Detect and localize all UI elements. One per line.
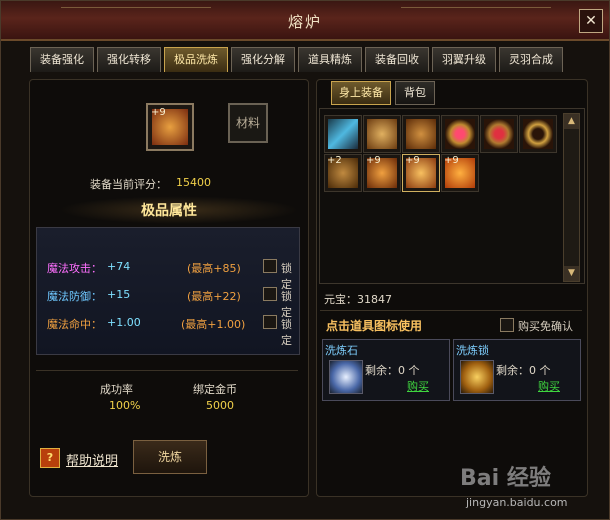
close-button[interactable]: ✕ xyxy=(579,9,603,33)
buy-stone-link[interactable]: 购买 xyxy=(407,378,429,394)
refine-lock-icon[interactable] xyxy=(460,360,494,394)
stone-name: 洗炼石 xyxy=(325,344,358,357)
title-ornament-right xyxy=(401,7,551,8)
attribute-name: 魔法命中： xyxy=(47,318,102,331)
item-badge: +9 xyxy=(444,155,459,166)
buy-lock-link[interactable]: 购买 xyxy=(538,378,560,394)
attribute-max: (最高+1.00) xyxy=(181,318,246,331)
item-badge: +9 xyxy=(405,155,420,166)
equipment-slot[interactable]: +9 xyxy=(146,103,194,151)
item-slot[interactable]: +2 xyxy=(324,154,362,192)
lock-checkbox[interactable] xyxy=(263,287,277,301)
item-slot[interactable]: +9 xyxy=(441,154,479,192)
attribute-max: (最高+85) xyxy=(187,262,241,275)
tab-0[interactable]: 装备强化 xyxy=(30,47,94,72)
item-slot[interactable]: +9 xyxy=(363,154,401,192)
attribute-row: 魔法防御： +15 (最高+22) 锁定 xyxy=(47,287,297,319)
watermark-url: jingyan.baidu.com xyxy=(466,496,568,509)
bound-gold-label: 绑定金币 xyxy=(193,383,237,396)
attribute-value: +1.00 xyxy=(107,316,141,329)
item-slot[interactable] xyxy=(441,115,479,153)
material-slot[interactable]: 材料 xyxy=(228,103,268,143)
success-rate-value: 100% xyxy=(109,399,141,412)
scroll-down-icon[interactable]: ▼ xyxy=(564,266,579,281)
attribute-box: 魔法攻击： +74 (最高+85) 锁定 魔法防御： +15 (最高+22) 锁… xyxy=(36,227,300,355)
divider xyxy=(320,310,582,311)
item-slot[interactable] xyxy=(324,115,362,153)
subtab-bag[interactable]: 背包 xyxy=(395,81,435,105)
no-confirm-checkbox[interactable] xyxy=(500,318,514,332)
attribute-name: 魔法防御： xyxy=(47,290,102,303)
tab-6[interactable]: 羽翼升级 xyxy=(432,47,496,72)
item-slot[interactable] xyxy=(519,115,557,153)
item-grid: +2 +9 +9 +9 xyxy=(319,108,585,284)
item-badge: +9 xyxy=(366,155,381,166)
attribute-value: +15 xyxy=(107,288,131,301)
stone-remaining: 剩余：0 个 xyxy=(496,364,551,377)
attribute-row: 魔法攻击： +74 (最高+85) 锁定 xyxy=(47,259,297,291)
title-bar: 熔炉 ✕ xyxy=(1,1,609,41)
item-slot[interactable] xyxy=(480,115,518,153)
gold-gauntlet-icon xyxy=(367,119,397,149)
refine-button[interactable]: 洗炼 xyxy=(133,440,207,474)
gold-armor-icon xyxy=(406,119,436,149)
title-ornament-left xyxy=(61,7,211,8)
lock-checkbox[interactable] xyxy=(263,259,277,273)
section-title: 极品属性 xyxy=(141,203,197,219)
score-label: 装备当前评分： xyxy=(90,178,167,191)
ice-sword-icon xyxy=(328,119,358,149)
tab-3[interactable]: 强化分解 xyxy=(231,47,295,72)
window-title: 熔炉 xyxy=(287,13,322,31)
success-rate-label: 成功率 xyxy=(100,383,133,396)
attribute-max: (最高+22) xyxy=(187,290,241,303)
refine-stone-icon[interactable] xyxy=(329,360,363,394)
attribute-name: 魔法攻击： xyxy=(47,262,102,275)
help-link[interactable]: 帮助说明 xyxy=(66,450,118,469)
bound-gold-value: 5000 xyxy=(206,399,234,412)
attribute-value: +74 xyxy=(107,260,131,273)
no-confirm-label: 购买免确认 xyxy=(518,320,573,333)
tab-5[interactable]: 装备回收 xyxy=(365,47,429,72)
item-slot[interactable] xyxy=(363,115,401,153)
yuanbao-display: 元宝：31847 xyxy=(324,291,392,307)
lock-label: 锁定 xyxy=(281,318,292,347)
item-badge: +2 xyxy=(327,155,342,166)
item-scrollbar[interactable]: ▲ ▼ xyxy=(563,113,580,282)
equip-slot-badge: +9 xyxy=(151,107,166,118)
divider xyxy=(36,370,298,371)
yuanbao-label: 元宝： xyxy=(324,293,357,306)
item-slot[interactable] xyxy=(402,115,440,153)
help-icon[interactable]: ? xyxy=(40,448,60,468)
yuanbao-value: 31847 xyxy=(357,293,392,306)
tab-7[interactable]: 灵羽合成 xyxy=(499,47,563,72)
lock-checkbox[interactable] xyxy=(263,315,277,329)
ruby-ring-icon xyxy=(484,119,514,149)
ruby-ring-icon xyxy=(445,119,475,149)
watermark-logo: Bai 经验 xyxy=(460,466,551,491)
stone-name: 洗炼锁 xyxy=(456,344,489,357)
subtab-equipped[interactable]: 身上装备 xyxy=(331,81,391,105)
item-slot[interactable]: +9 xyxy=(402,154,440,192)
refine-stone-card: 洗炼石 剩余：0 个 购买 xyxy=(322,339,450,401)
score-value: 15400 xyxy=(176,176,211,189)
usage-tip: 点击道具图标使用 xyxy=(326,319,423,333)
tab-4[interactable]: 道具精炼 xyxy=(298,47,362,72)
scroll-up-icon[interactable]: ▲ xyxy=(564,114,579,129)
tab-1[interactable]: 强化转移 xyxy=(97,47,161,72)
refine-lock-card: 洗炼锁 剩余：0 个 购买 xyxy=(453,339,581,401)
attribute-row: 魔法命中： +1.00 (最高+1.00) 锁定 xyxy=(47,315,297,347)
stone-remaining: 剩余：0 个 xyxy=(365,364,420,377)
gold-bracelet-icon xyxy=(523,119,553,149)
tab-2[interactable]: 极品洗炼 xyxy=(164,47,228,72)
